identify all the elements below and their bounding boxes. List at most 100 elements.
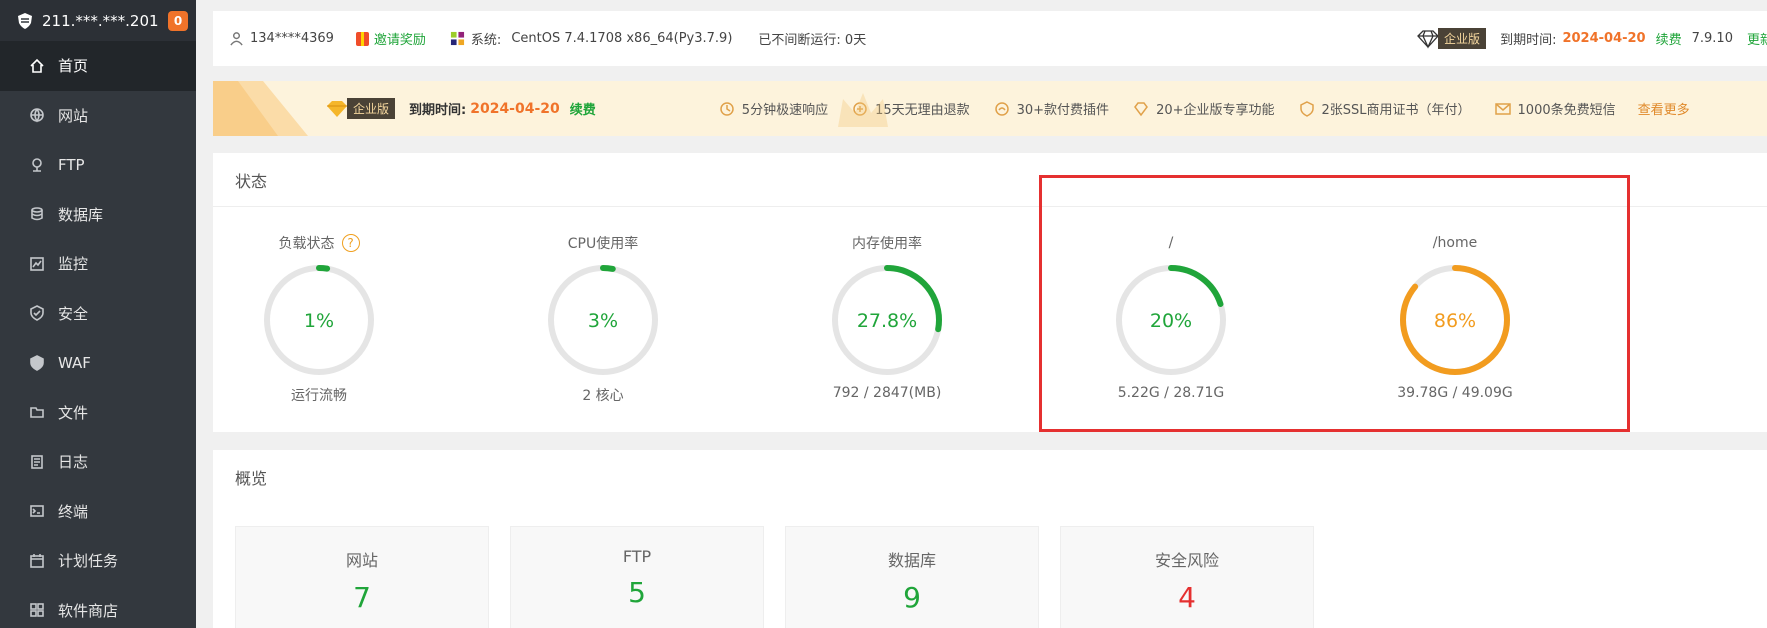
sidebar-item-label: 文件: [58, 403, 89, 422]
expire-info: 到期时间: 2024-04-20: [1500, 29, 1646, 48]
sidebar-item-website[interactable]: 网站: [0, 91, 196, 141]
gauge-cpu[interactable]: CPU使用率 3% 2 核心: [523, 233, 683, 405]
feature-label: 5分钟极速响应: [741, 103, 829, 118]
invite-label: 邀请奖励: [373, 33, 426, 48]
sidebar-item-database[interactable]: 数据库: [0, 190, 196, 240]
waf-shield-icon: [28, 354, 46, 372]
gift-icon: [355, 31, 369, 46]
topbar-right: 企业版 到期时间: 2024-04-20 续费 7.9.10 更新: [1416, 28, 1767, 49]
gauge-title: CPU使用率: [567, 236, 639, 252]
feature-sms: 1000条免费短信: [1494, 99, 1616, 118]
gauge-ring: 27.8%: [832, 265, 942, 375]
gauge-memory[interactable]: 内存使用率 27.8% 792 / 2847(MB): [807, 233, 967, 401]
feature-label: 2张SSL商用证书（年付）: [1321, 103, 1471, 118]
enterprise-promo-banner: 企业版 到期时间: 2024-04-20 续费 5分钟极速响应 15天无理由退款…: [213, 81, 1767, 136]
gauge-title: 负载状态: [278, 236, 335, 252]
help-icon[interactable]: ?: [341, 234, 360, 252]
sidebar-item-label: 安全: [58, 304, 89, 323]
edition-label: 企业版: [1438, 28, 1487, 49]
apps-icon: [28, 601, 46, 619]
overview-card-database[interactable]: 数据库 9: [785, 526, 1039, 628]
ssl-icon: [1299, 100, 1314, 117]
system-label: 系统:: [470, 33, 502, 48]
log-icon: [28, 453, 46, 471]
sidebar-item-home[interactable]: 首页: [0, 41, 196, 91]
notification-badge[interactable]: 0: [168, 10, 188, 31]
sidebar: 211.***.***.201 0 首页 网站 FTP 数据库 监控 安全 WA…: [0, 0, 196, 628]
sidebar-item-ftp[interactable]: FTP: [0, 140, 196, 190]
sidebar-item-store[interactable]: 软件商店: [0, 586, 196, 628]
gauge-subtitle: 运行流畅: [291, 388, 347, 404]
renew-link[interactable]: 续费: [1656, 29, 1682, 48]
diamond-icon: [327, 100, 347, 117]
calendar-icon: [28, 552, 46, 570]
sidebar-item-cron[interactable]: 计划任务: [0, 536, 196, 586]
sidebar-item-monitor[interactable]: 监控: [0, 239, 196, 289]
sidebar-item-waf[interactable]: WAF: [0, 338, 196, 388]
folder-icon: [28, 403, 46, 421]
disk-highlight-box: [1039, 175, 1630, 432]
gauge-ring: 3%: [548, 265, 658, 375]
clock-icon: [720, 101, 734, 116]
sidebar-item-label: 网站: [58, 106, 89, 125]
uptime: 已不间断运行: 0天: [758, 33, 867, 48]
ftp-icon: [28, 156, 46, 174]
feature-ssl: 2张SSL商用证书（年付）: [1299, 99, 1471, 118]
user-phone: 134****4369: [250, 31, 334, 46]
shield-icon: [28, 304, 46, 322]
update-link[interactable]: 更新: [1747, 29, 1767, 48]
card-value: 9: [903, 581, 921, 614]
server-ip: 211.***.***.201: [42, 11, 159, 30]
sidebar-header: 211.***.***.201 0: [0, 0, 196, 41]
top-info-bar: 134****4369 邀请奖励 系统: CentOS 7.4.1708 x86…: [213, 11, 1767, 66]
diamond-icon: [1417, 29, 1439, 49]
gauge-value: 3%: [588, 310, 618, 332]
sidebar-item-label: 终端: [58, 502, 89, 521]
feature-fast-response: 5分钟极速响应: [719, 99, 828, 118]
gauge-load[interactable]: 负载状态? 1% 运行流畅: [239, 233, 399, 405]
feature-label: 1000条免费短信: [1517, 103, 1616, 118]
card-label: FTP: [622, 547, 652, 566]
user-icon: [230, 32, 243, 46]
feature-label: 20+企业版专享功能: [1156, 103, 1275, 118]
centos-icon: [450, 31, 464, 46]
invite-reward-link[interactable]: 邀请奖励: [355, 29, 426, 48]
sidebar-item-label: WAF: [58, 353, 91, 372]
card-label: 网站: [345, 551, 378, 570]
view-more-link[interactable]: 查看更多: [1638, 99, 1690, 118]
feature-enterprise: 20+企业版专享功能: [1133, 99, 1275, 118]
sidebar-item-files[interactable]: 文件: [0, 388, 196, 438]
sidebar-item-logs[interactable]: 日志: [0, 437, 196, 487]
expire-label: 到期时间:: [1500, 33, 1557, 48]
user-account[interactable]: 134****4369: [229, 31, 334, 46]
sidebar-item-label: 首页: [58, 57, 89, 76]
overview-card-security-risk[interactable]: 安全风险 4: [1060, 526, 1314, 628]
card-label: 安全风险: [1154, 551, 1219, 570]
sidebar-item-label: 计划任务: [58, 552, 119, 571]
overview-panel: 概览 网站 7 FTP 5 数据库 9 安全风险 4: [213, 450, 1767, 628]
sidebar-item-label: 软件商店: [58, 601, 119, 620]
gauge-ring: 1%: [264, 265, 374, 375]
renew-link[interactable]: 续费: [570, 99, 596, 118]
sidebar-item-security[interactable]: 安全: [0, 289, 196, 339]
edition-label: 企业版: [347, 98, 396, 119]
sidebar-item-terminal[interactable]: 终端: [0, 487, 196, 537]
sidebar-item-label: 日志: [58, 453, 89, 472]
feature-label: 30+款付费插件: [1016, 103, 1110, 118]
card-value: 5: [628, 576, 646, 609]
feature-plugins: 30+款付费插件: [994, 99, 1109, 118]
system-info: 系统: CentOS 7.4.1708 x86_64(Py3.7.9): [450, 29, 732, 48]
crown-watermark-icon: [838, 93, 888, 127]
overview-card-ftp[interactable]: FTP 5: [510, 526, 764, 628]
mail-icon: [1494, 102, 1511, 115]
gauge-subtitle: 792 / 2847(MB): [832, 385, 942, 401]
overview-card-website[interactable]: 网站 7: [235, 526, 489, 628]
globe-icon: [28, 106, 46, 124]
card-value: 4: [1178, 581, 1196, 614]
version: 7.9.10: [1691, 31, 1733, 46]
enterprise-badge: 企业版: [1416, 28, 1487, 49]
overview-title: 概览: [235, 469, 268, 488]
expire-date: 2024-04-20: [470, 100, 560, 117]
sidebar-item-label: FTP: [58, 155, 85, 174]
sidebar-item-label: 监控: [58, 255, 89, 274]
